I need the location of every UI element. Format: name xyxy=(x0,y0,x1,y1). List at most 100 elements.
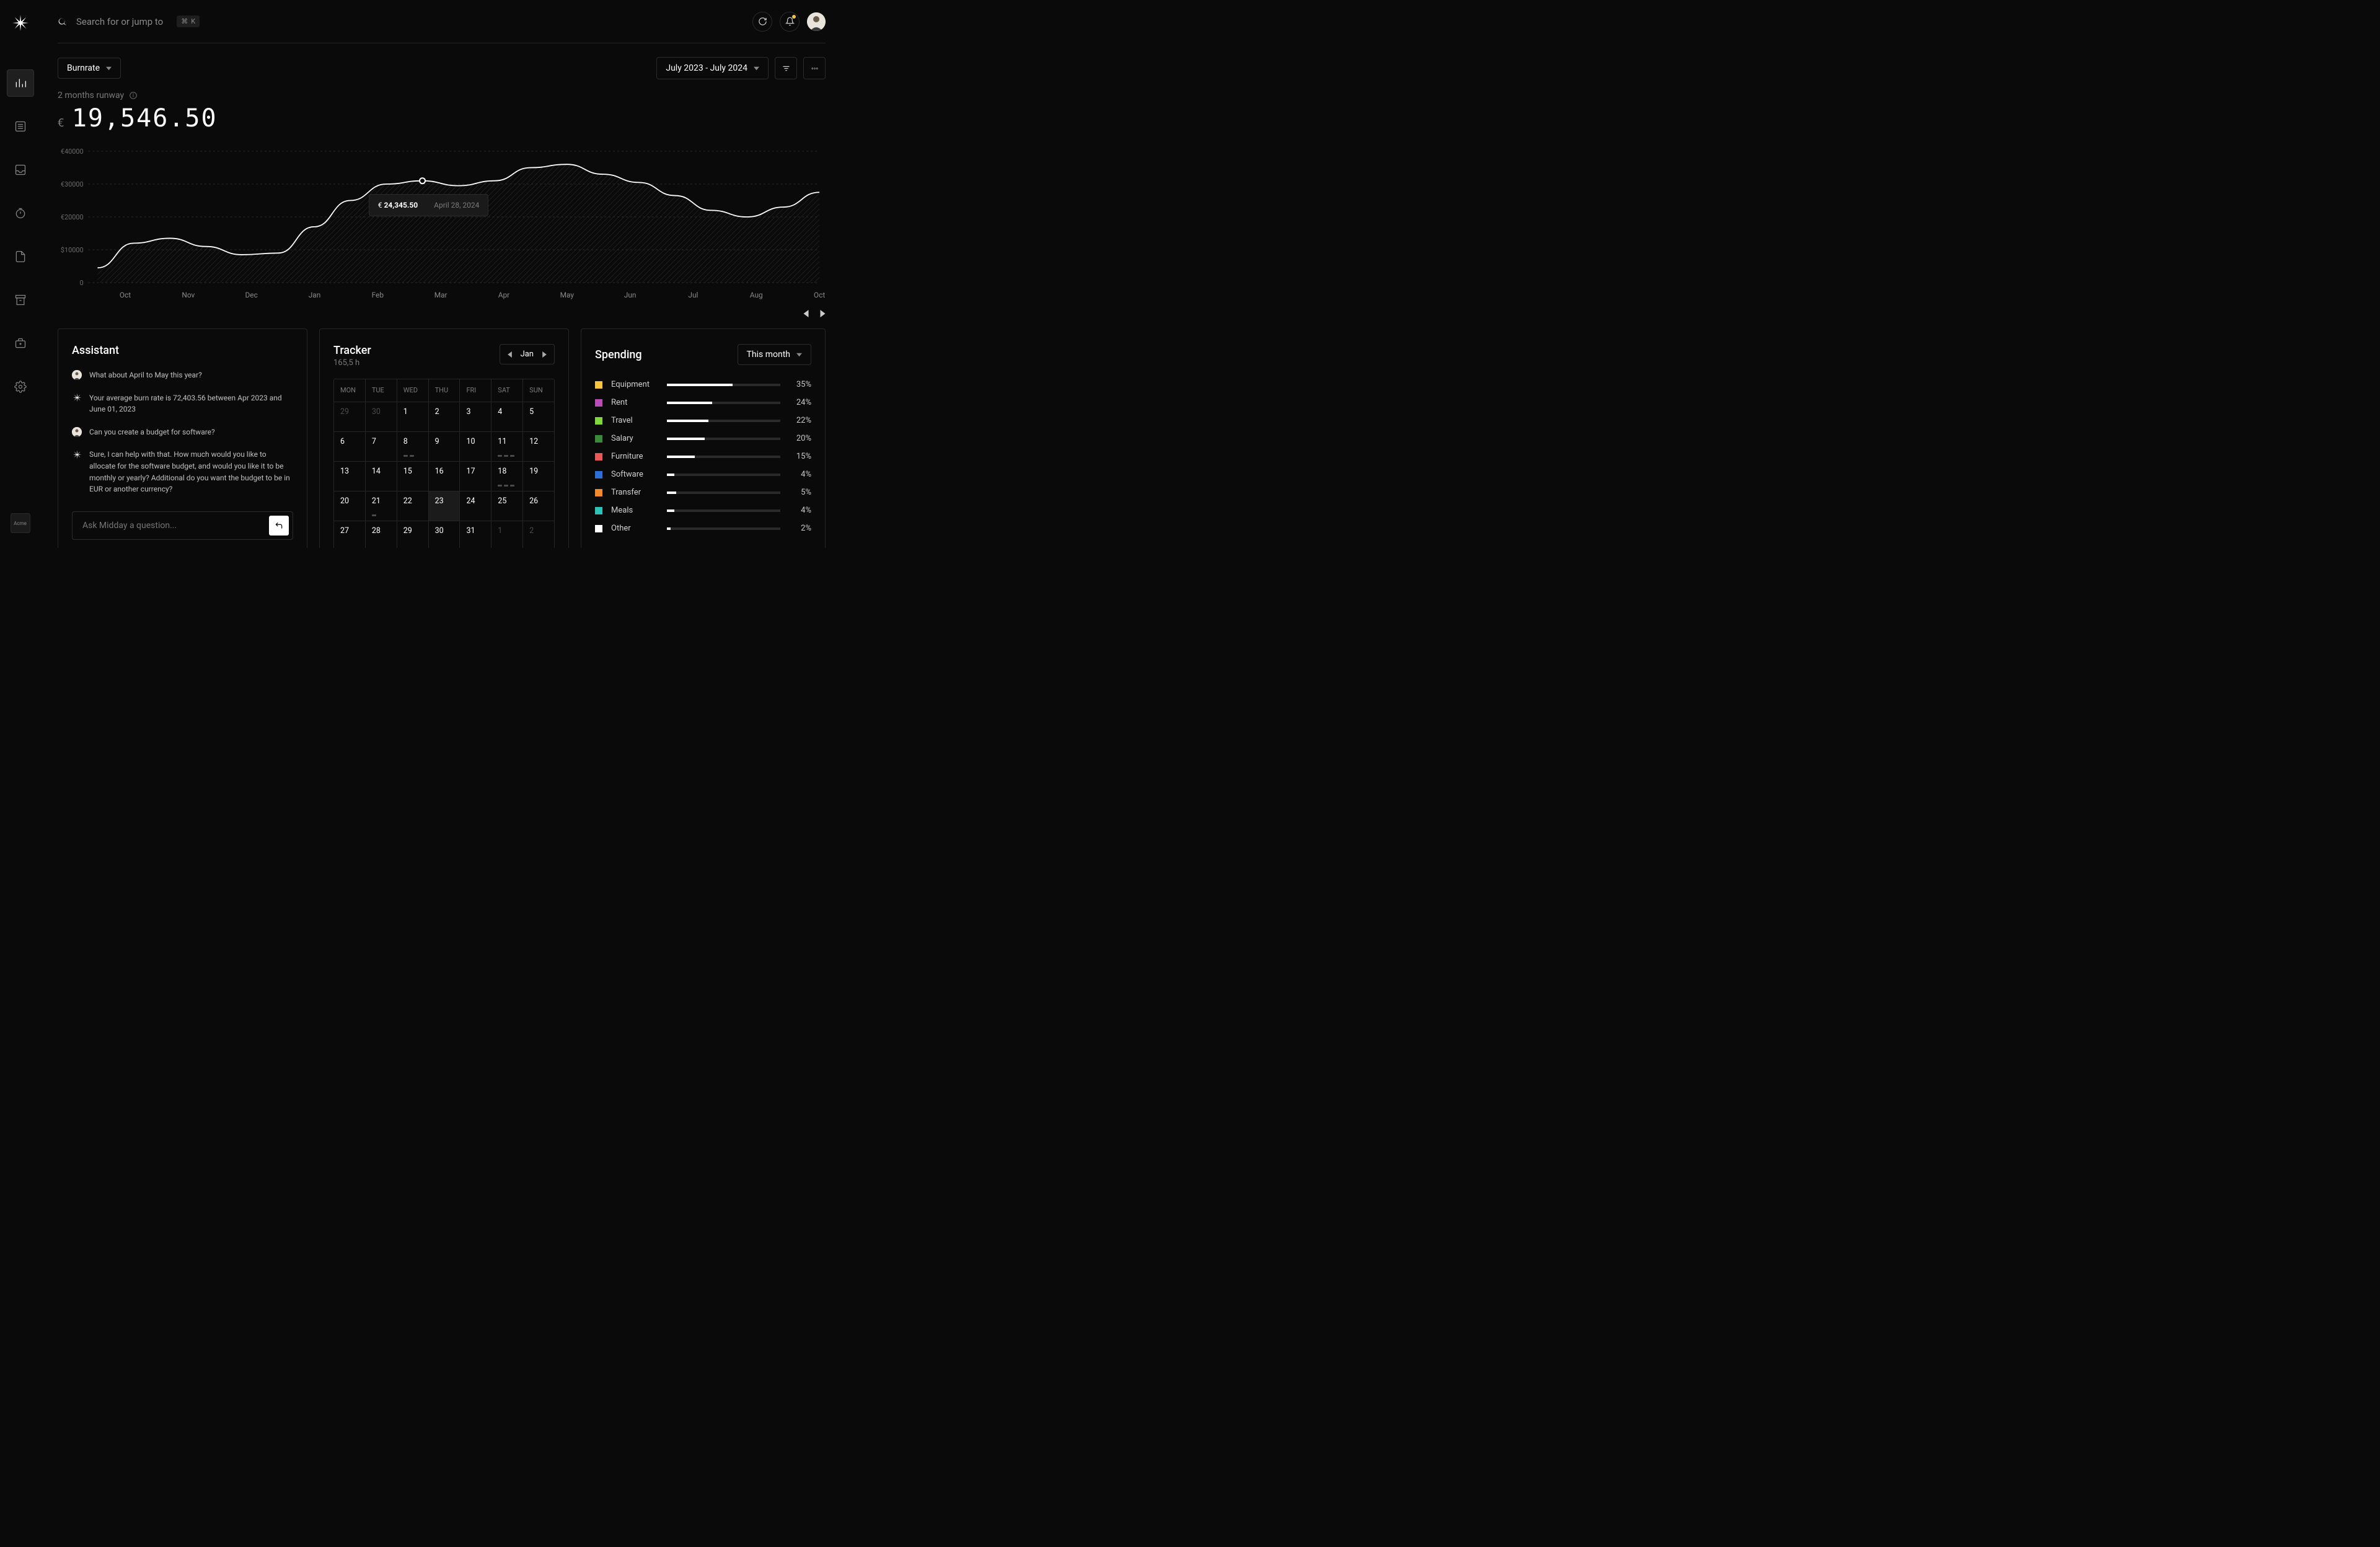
spending-range-dropdown[interactable]: This month xyxy=(738,344,811,365)
tracker-hours: 165,5 h xyxy=(333,358,371,368)
calendar-day[interactable]: 5 xyxy=(523,402,554,431)
calendar-day[interactable]: 21 xyxy=(366,491,397,521)
calendar-day[interactable]: 28 xyxy=(366,521,397,548)
nav-inbox[interactable] xyxy=(7,156,34,183)
app-logo xyxy=(12,15,29,31)
spending-item: Software4% xyxy=(595,470,811,479)
calendar-day[interactable]: 23 xyxy=(429,491,461,521)
svg-text:€30000: €30000 xyxy=(61,180,84,188)
runway-label: 2 months runway xyxy=(58,90,826,100)
calendar-day[interactable]: 25 xyxy=(491,491,523,521)
calendar-day[interactable]: 29 xyxy=(397,521,429,548)
tracker-title: Tracker xyxy=(333,344,371,357)
assistant-send-button[interactable] xyxy=(269,516,289,536)
more-button[interactable] xyxy=(803,57,826,79)
spending-swatch-icon xyxy=(595,489,602,496)
calendar-day[interactable]: 1 xyxy=(491,521,523,548)
user-avatar[interactable] xyxy=(807,12,826,31)
spending-percent: 22% xyxy=(789,416,811,425)
calendar-day[interactable]: 1 xyxy=(397,402,429,431)
calendar-day[interactable]: 7 xyxy=(366,432,397,461)
spending-percent: 35% xyxy=(789,380,811,389)
metric-dropdown[interactable]: Burnrate xyxy=(58,58,121,79)
spending-swatch-icon xyxy=(595,525,602,532)
date-range-dropdown[interactable]: July 2023 - July 2024 xyxy=(656,57,769,79)
search-placeholder: Search for or jump to xyxy=(76,16,163,27)
calendar-day[interactable]: 6 xyxy=(334,432,366,461)
nav-briefcase[interactable] xyxy=(7,330,34,357)
calendar-day[interactable]: 13 xyxy=(334,462,366,491)
calendar-day[interactable]: 3 xyxy=(460,402,491,431)
nav-list[interactable] xyxy=(7,113,34,140)
calendar-day[interactable]: 30 xyxy=(366,402,397,431)
calendar-day[interactable]: 4 xyxy=(491,402,523,431)
calendar-day[interactable]: 8 xyxy=(397,432,429,461)
nav-settings[interactable] xyxy=(7,373,34,400)
assistant-text-field[interactable] xyxy=(82,521,269,531)
company-switcher[interactable]: Acme xyxy=(11,513,30,533)
svg-text:Oct: Oct xyxy=(814,291,825,299)
nav-overview[interactable] xyxy=(7,69,34,97)
spending-item: Salary20% xyxy=(595,434,811,443)
chart-next-button[interactable] xyxy=(820,310,826,317)
calendar-weekday: FRI xyxy=(460,379,491,402)
svg-text:Nov: Nov xyxy=(182,291,195,299)
assistant-input[interactable] xyxy=(72,511,293,540)
calendar-day[interactable]: 22 xyxy=(397,491,429,521)
calendar-day[interactable]: 20 xyxy=(334,491,366,521)
tracker-month-picker[interactable]: Jan xyxy=(500,344,555,364)
svg-text:May: May xyxy=(560,291,575,299)
ai-avatar-icon xyxy=(72,393,82,403)
svg-text:Jun: Jun xyxy=(624,291,637,299)
spending-percent: 5% xyxy=(789,488,811,497)
calendar-day[interactable]: 11 xyxy=(491,432,523,461)
spending-bar xyxy=(667,527,780,530)
spending-swatch-icon xyxy=(595,417,602,425)
svg-text:Feb: Feb xyxy=(372,291,384,299)
chart-tooltip: € 24,345.50 April 28, 2024 xyxy=(369,194,489,216)
spending-item: Rent24% xyxy=(595,398,811,407)
info-icon[interactable] xyxy=(129,91,138,100)
calendar-day[interactable]: 10 xyxy=(460,432,491,461)
spending-panel: Spending This month Equipment35%Rent24%T… xyxy=(581,328,826,548)
chart-prev-button[interactable] xyxy=(803,310,809,317)
chevron-right-icon[interactable] xyxy=(542,351,547,358)
svg-text:Jan: Jan xyxy=(309,291,321,299)
calendar-day[interactable]: 26 xyxy=(523,491,554,521)
calendar-day[interactable]: 27 xyxy=(334,521,366,548)
nav-timer[interactable] xyxy=(7,200,34,227)
spending-swatch-icon xyxy=(595,435,602,443)
filter-button[interactable] xyxy=(775,57,797,79)
ai-avatar-icon xyxy=(72,449,82,459)
calendar-day[interactable]: 30 xyxy=(429,521,461,548)
calendar-day[interactable]: 24 xyxy=(460,491,491,521)
calendar-day[interactable]: 2 xyxy=(429,402,461,431)
calendar-day[interactable]: 12 xyxy=(523,432,554,461)
nav-document[interactable] xyxy=(7,243,34,270)
calendar-weekday: WED xyxy=(397,379,429,402)
nav-archive[interactable] xyxy=(7,286,34,314)
calendar-day[interactable]: 29 xyxy=(334,402,366,431)
chevron-left-icon[interactable] xyxy=(508,351,512,358)
spending-label: Salary xyxy=(611,434,658,443)
spending-percent: 2% xyxy=(789,524,811,533)
spending-label: Travel xyxy=(611,416,658,425)
calendar-day[interactable]: 31 xyxy=(460,521,491,548)
notifications-button[interactable] xyxy=(780,12,800,32)
calendar-day[interactable]: 9 xyxy=(429,432,461,461)
spending-bar xyxy=(667,384,780,386)
calendar-weekday: THU xyxy=(429,379,461,402)
calendar-weekday: MON xyxy=(334,379,366,402)
calendar-day[interactable]: 14 xyxy=(366,462,397,491)
calendar-day[interactable]: 18 xyxy=(491,462,523,491)
assistant-title: Assistant xyxy=(72,344,293,357)
calendar-day[interactable]: 2 xyxy=(523,521,554,548)
spending-swatch-icon xyxy=(595,381,602,389)
calendar-day[interactable]: 15 xyxy=(397,462,429,491)
calendar-day[interactable]: 19 xyxy=(523,462,554,491)
global-search[interactable]: Search for or jump to ⌘K xyxy=(58,15,752,27)
refresh-button[interactable] xyxy=(752,12,772,32)
calendar-day[interactable]: 16 xyxy=(429,462,461,491)
chat-message: Your average burn rate is 72,403.56 betw… xyxy=(72,392,293,415)
calendar-day[interactable]: 17 xyxy=(460,462,491,491)
